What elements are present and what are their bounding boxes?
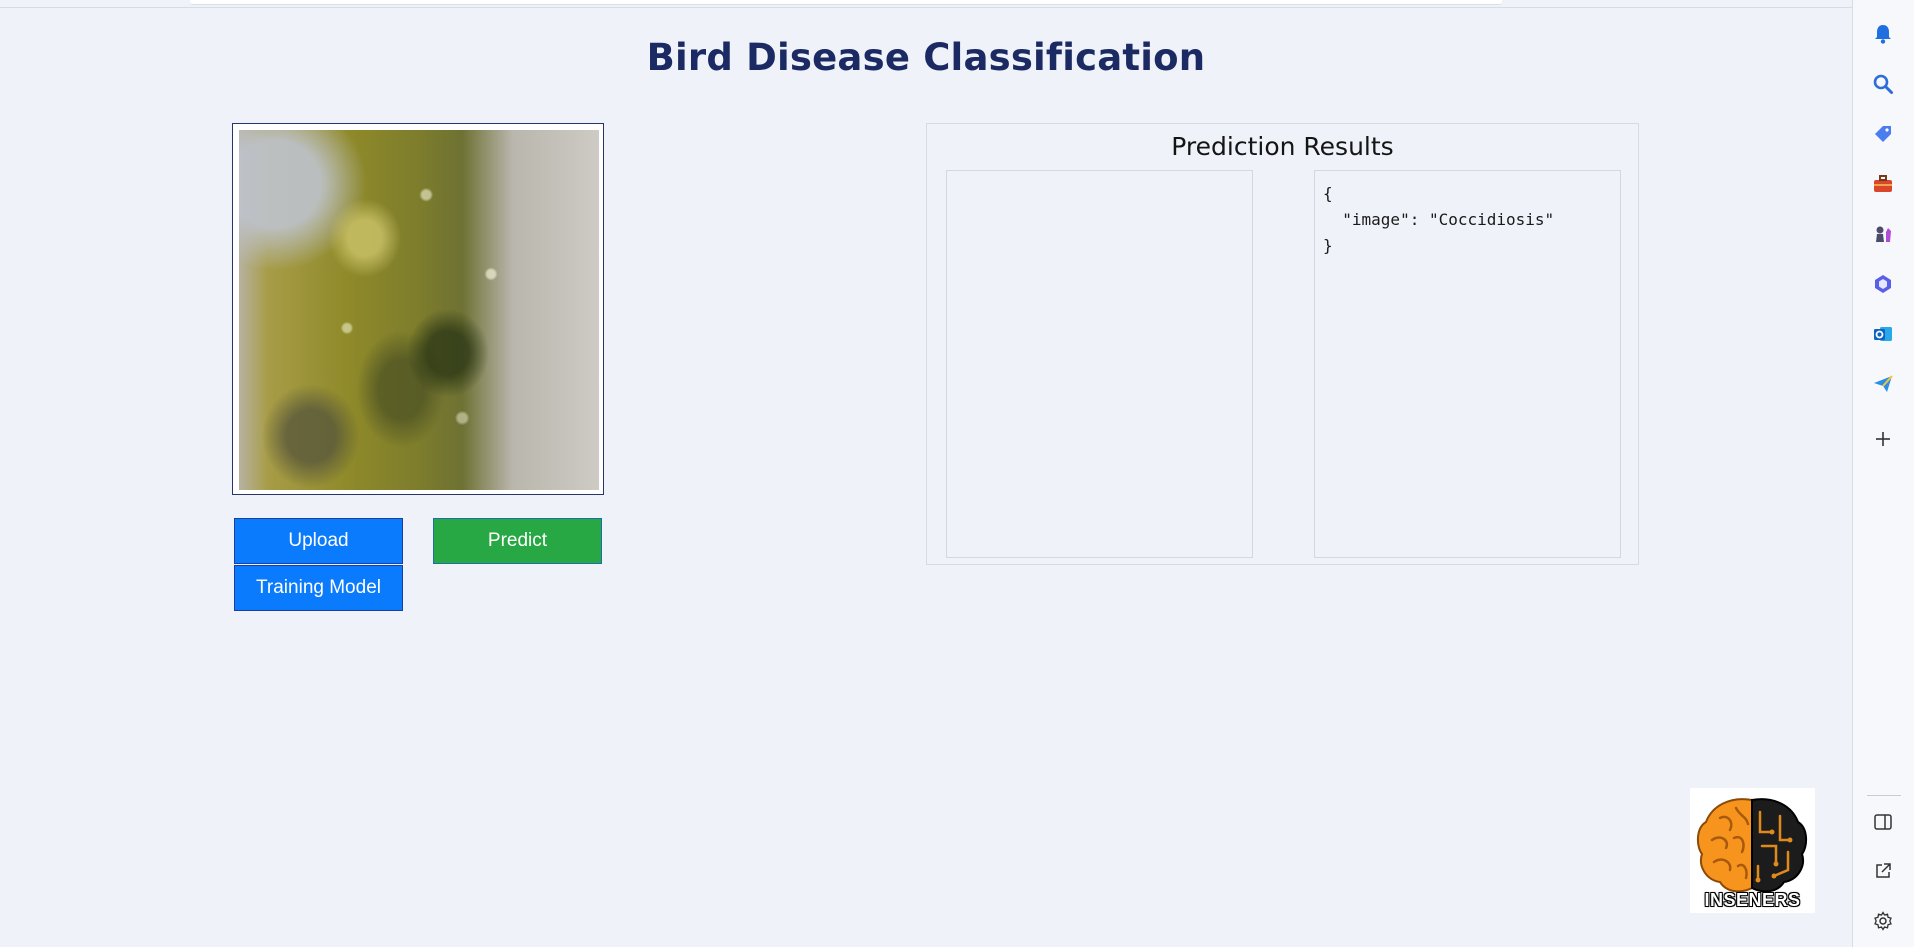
prediction-json-output: { "image": "Coccidiosis" } [1323,184,1555,255]
toolbox-icon[interactable] [1870,171,1896,197]
horizontal-scrollbar[interactable] [190,0,1502,5]
inseners-logo: INSENERS [1690,788,1815,913]
predict-button[interactable]: Predict [433,518,602,564]
prediction-results-title: Prediction Results [1171,132,1394,161]
copilot-icon[interactable] [1870,271,1896,297]
uploaded-image-frame [232,123,604,495]
result-json-box: { "image": "Coccidiosis" } [1314,170,1621,558]
browser-sidebar [1852,0,1914,947]
training-model-button[interactable]: Training Model [234,565,403,611]
prediction-results-panel: Prediction Results { "image": "Coccidios… [926,123,1639,565]
sidebar-divider [1867,795,1901,796]
search-icon[interactable] [1870,71,1896,97]
send-icon[interactable] [1870,371,1896,397]
app-page: Bird Disease Classification Upload Predi… [0,0,1852,947]
settings-icon[interactable] [1870,908,1896,934]
upload-button[interactable]: Upload [234,518,403,564]
bell-icon[interactable] [1870,21,1896,47]
outlook-icon[interactable] [1870,321,1896,347]
sidebar-toggle-icon[interactable] [1870,809,1896,835]
result-image-box [946,170,1253,558]
plus-icon[interactable] [1870,426,1896,452]
external-link-icon[interactable] [1870,858,1896,884]
page-title: Bird Disease Classification [646,36,1206,79]
logo-text: INSENERS [1704,890,1801,910]
tag-icon[interactable] [1870,121,1896,147]
chess-icon[interactable] [1870,221,1896,247]
uploaded-image-preview [239,130,599,490]
top-scroll-strip [0,0,1852,8]
